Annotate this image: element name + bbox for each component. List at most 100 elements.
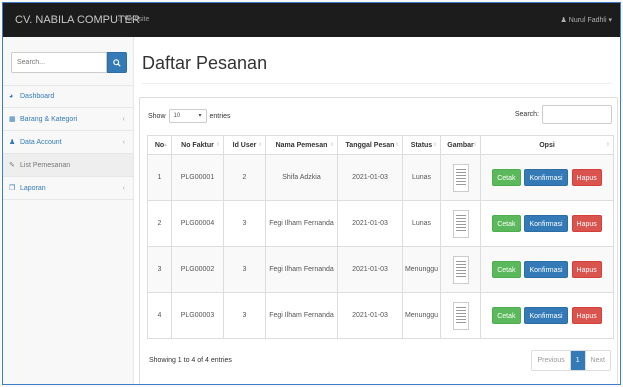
column-header-gambar[interactable]: Gambar ⇕ xyxy=(440,135,481,155)
cell-opsi: Cetak Konfirmasi Hapus xyxy=(480,200,614,247)
sort-asc-icon: ▲ xyxy=(163,142,168,148)
cetak-button[interactable]: Cetak xyxy=(492,261,521,278)
title-divider xyxy=(142,83,612,84)
receipt-thumbnail[interactable] xyxy=(452,301,469,330)
sidebar-item-data-account[interactable]: ♟ Data Account ‹ xyxy=(3,131,133,154)
receipt-thumbnail[interactable] xyxy=(452,163,469,192)
sort-icon: ⇕ xyxy=(329,142,334,148)
cell-nama-pemesan: Fegi Ilham Fernanda xyxy=(265,246,338,293)
entries-control: Show 10 ▾ entries xyxy=(148,109,231,123)
sidebar-item-label: Barang & Kategori xyxy=(20,115,78,123)
chevron-left-icon: ‹ xyxy=(122,115,125,123)
cell-opsi: Cetak Konfirmasi Hapus xyxy=(480,154,614,201)
column-header-nama-pemesan[interactable]: Nama Pemesan ⇕ xyxy=(265,135,338,155)
cell-id-user: 3 xyxy=(223,292,266,339)
table-row: 3 PLG00002 3 Fegi Ilham Fernanda 2021-01… xyxy=(147,246,614,293)
pagination-previous[interactable]: Previous xyxy=(532,351,571,370)
cell-opsi: Cetak Konfirmasi Hapus xyxy=(480,246,614,293)
sidebar-search xyxy=(11,52,127,73)
column-header-opsi[interactable]: Opsi ⇕ xyxy=(480,135,614,155)
cetak-button[interactable]: Cetak xyxy=(492,215,521,232)
sort-icon: ⇕ xyxy=(472,142,477,148)
sort-icon: ⇕ xyxy=(215,142,220,148)
sidebar-item-dashboard[interactable]: ◕ Dashboard xyxy=(3,85,133,108)
orders-panel: Show 10 ▾ entries Search: No ▲ No Faktur… xyxy=(139,97,618,384)
table-search: Search: xyxy=(515,105,612,124)
cell-tanggal-pesan: 2021-01-03 xyxy=(337,200,403,247)
page-title: Daftar Pesanan xyxy=(142,53,268,73)
cell-tanggal-pesan: 2021-01-03 xyxy=(337,154,403,201)
chevron-left-icon: ‹ xyxy=(122,138,125,146)
hapus-button[interactable]: Hapus xyxy=(571,169,602,186)
caret-down-icon: ▾ xyxy=(198,113,202,119)
cell-status: Menunggu xyxy=(402,246,441,293)
table-search-label: Search: xyxy=(514,111,539,118)
konfirmasi-button[interactable]: Konfirmasi xyxy=(524,261,568,278)
hapus-button[interactable]: Hapus xyxy=(571,307,602,324)
hapus-button[interactable]: Hapus xyxy=(571,261,602,278)
home-icon: ⌂ xyxy=(118,16,123,23)
cell-nama-pemesan: Fegi Ilham Fernanda xyxy=(265,292,338,339)
sort-icon: ⇕ xyxy=(394,142,399,148)
cell-tanggal-pesan: 2021-01-03 xyxy=(337,292,403,339)
sidebar-search-button[interactable] xyxy=(107,52,127,73)
sidebar-item-label: Data Account xyxy=(20,138,62,146)
column-header-no-faktur[interactable]: No Faktur ⇕ xyxy=(171,135,224,155)
cell-tanggal-pesan: 2021-01-03 xyxy=(337,246,403,293)
column-header-tanggal-pesan[interactable]: Tanggal Pesan ⇕ xyxy=(337,135,403,155)
cell-status: Lunas xyxy=(402,154,441,201)
edit-icon: ✎ xyxy=(9,162,15,169)
column-header-no[interactable]: No ▲ xyxy=(147,135,172,155)
table-row: 1 PLG00001 2 Shifa Adzkia 2021-01-03 Lun… xyxy=(147,154,614,201)
cell-status: Menunggu xyxy=(402,292,441,339)
konfirmasi-button[interactable]: Konfirmasi xyxy=(524,169,568,186)
cell-id-user: 3 xyxy=(223,246,266,293)
pagination: Previous 1 Next xyxy=(531,350,611,371)
sidebar-item-label: List Pemesanan xyxy=(20,161,71,169)
entries-label: entries xyxy=(209,112,231,120)
column-header-status[interactable]: Status ⇕ xyxy=(402,135,441,155)
sidebar-menu: ◕ Dashboard ▦ Barang & Kategori ‹ ♟ Data… xyxy=(3,85,133,200)
table-header-row: No ▲ No Faktur ⇕ Id User ⇕ Nama Pemesan ⇕ Ta… xyxy=(147,135,614,155)
sidebar-item-list-pemesanan[interactable]: ✎ List Pemesanan xyxy=(3,154,133,177)
sidebar-search-input[interactable] xyxy=(11,52,107,73)
files-icon: ❐ xyxy=(9,185,16,192)
show-label: Show xyxy=(148,112,166,120)
cell-no-faktur: PLG00004 xyxy=(171,200,224,247)
cell-no-faktur: PLG00002 xyxy=(171,246,224,293)
receipt-thumbnail[interactable] xyxy=(452,255,469,284)
table-row: 4 PLG00003 3 Fegi Ilham Fernanda 2021-01… xyxy=(147,292,614,339)
cell-id-user: 3 xyxy=(223,200,266,247)
cell-gambar xyxy=(440,292,481,339)
sidebar-item-laporan[interactable]: ❐ Laporan ‹ xyxy=(3,177,133,200)
user-menu[interactable]: ♟ Nurul Fadhli ▾ xyxy=(561,16,612,24)
table-search-input[interactable] xyxy=(542,105,612,124)
sidebar-item-barang-kategori[interactable]: ▦ Barang & Kategori ‹ xyxy=(3,108,133,131)
pagination-page-1[interactable]: 1 xyxy=(570,351,586,370)
browser-frame: CV. NABILA COMPUTER ⌂ Website ♟ Nurul Fa… xyxy=(2,2,621,385)
cetak-button[interactable]: Cetak xyxy=(492,307,521,324)
konfirmasi-button[interactable]: Konfirmasi xyxy=(524,307,568,324)
pagination-next[interactable]: Next xyxy=(585,351,610,370)
cell-nama-pemesan: Fegi Ilham Fernanda xyxy=(265,200,338,247)
main-content: Daftar Pesanan Show 10 ▾ entries Search: xyxy=(134,37,620,384)
website-link[interactable]: ⌂ Website xyxy=(118,16,149,23)
receipt-thumbnail[interactable] xyxy=(452,209,469,238)
sidebar-item-label: Laporan xyxy=(20,184,46,192)
hapus-button[interactable]: Hapus xyxy=(571,215,602,232)
cell-opsi: Cetak Konfirmasi Hapus xyxy=(480,292,614,339)
table-info: Showing 1 to 4 of 4 entries xyxy=(149,357,232,364)
entries-select[interactable]: 10 ▾ xyxy=(168,109,207,123)
cell-no: 1 xyxy=(147,154,172,201)
sort-icon: ⇕ xyxy=(257,142,262,148)
orders-table: No ▲ No Faktur ⇕ Id User ⇕ Nama Pemesan ⇕ Ta… xyxy=(147,135,614,339)
column-header-id-user[interactable]: Id User ⇕ xyxy=(223,135,266,155)
cell-no-faktur: PLG00001 xyxy=(171,154,224,201)
konfirmasi-button[interactable]: Konfirmasi xyxy=(524,215,568,232)
cetak-button[interactable]: Cetak xyxy=(492,169,521,186)
user-name: Nurul Fadhli xyxy=(568,17,607,24)
cell-no-faktur: PLG00003 xyxy=(171,292,224,339)
search-icon xyxy=(113,58,121,67)
chevron-left-icon: ‹ xyxy=(122,184,125,192)
cell-gambar xyxy=(440,154,481,201)
